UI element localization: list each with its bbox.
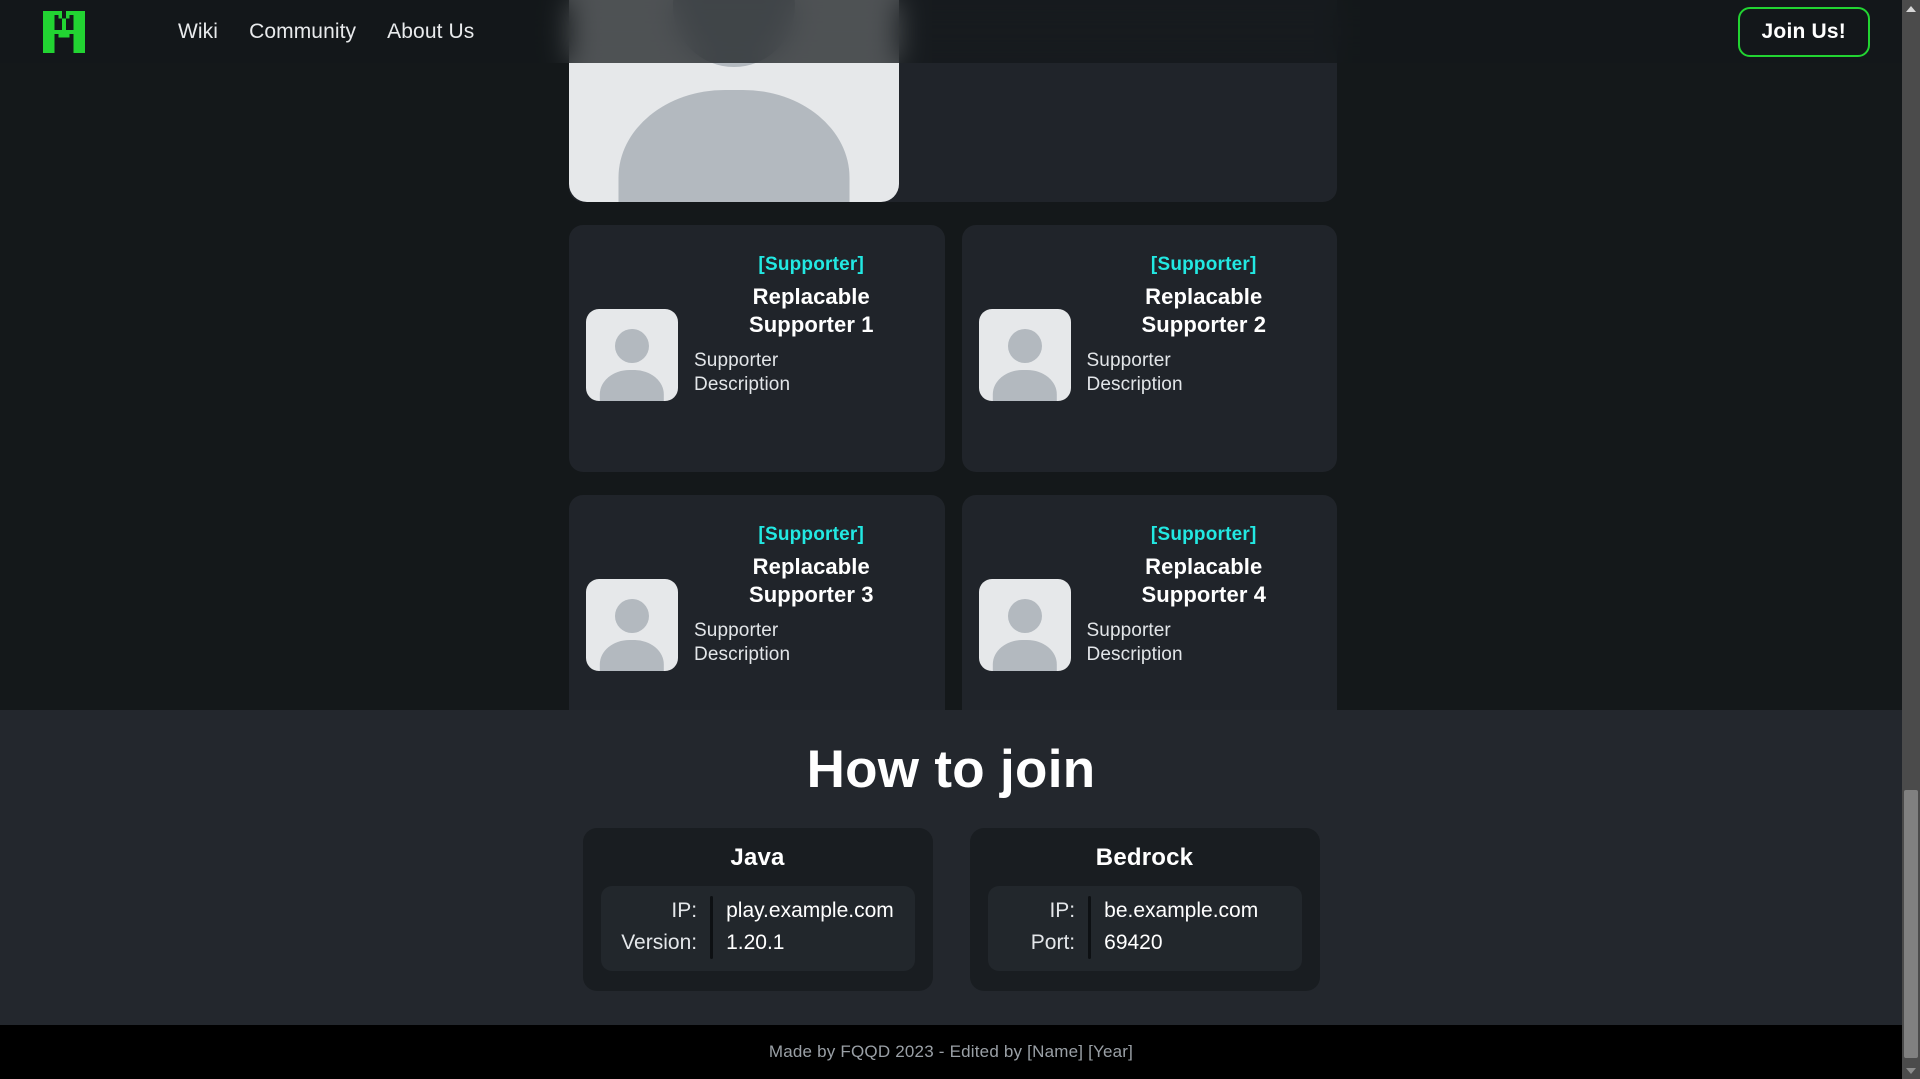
supporter-card-text: [Supporter] Replacable Supporter 3 Suppo… <box>678 523 945 668</box>
supporter-desc-line1: Supporter <box>694 349 779 371</box>
nav-item-about-us[interactable]: About Us <box>387 20 474 44</box>
supporter-card-row: [Supporter] Replacable Supporter 1 Suppo… <box>569 225 1337 472</box>
avatar-body-icon <box>599 369 665 401</box>
page-title: How to join <box>806 740 1096 799</box>
supporter-desc-line2: Description <box>694 374 791 396</box>
main-navigation: Wiki Community About Us <box>178 20 474 44</box>
supporter-desc-line1: Supporter <box>1086 349 1171 371</box>
supporter-name-line1: Replacable <box>1145 553 1263 579</box>
footer-credit-text: Made by FQQD 2023 - Edited by [Name] [Ye… <box>768 1042 1134 1061</box>
supporter-name-line1: Replacable <box>1145 283 1263 309</box>
supporter-name: Replacable Supporter 4 <box>1087 553 1322 609</box>
supporter-desc-line1: Supporter <box>1086 619 1171 641</box>
supporter-desc-line2: Description <box>1086 644 1183 666</box>
supporters-section: [Supporter] Replacable Supporter 1 Suppo… <box>0 0 1902 710</box>
vertical-scrollbar[interactable] <box>1902 0 1920 1079</box>
java-ip-label: IP: <box>671 899 698 922</box>
java-ip-value[interactable]: play.example.com <box>726 896 900 926</box>
page-viewport: [Supporter] Replacable Supporter 1 Suppo… <box>0 0 1902 1079</box>
supporter-card[interactable]: [Supporter] Replacable Supporter 2 Suppo… <box>961 225 1338 472</box>
minecraft-m-logo-icon[interactable] <box>42 10 86 53</box>
avatar <box>978 309 1071 401</box>
avatar <box>586 579 678 671</box>
supporter-name-line2: Supporter 1 <box>748 311 874 337</box>
supporter-name-line2: Supporter 2 <box>1141 311 1267 337</box>
supporter-desc-line2: Description <box>694 644 791 666</box>
supporter-card-row: [Supporter] Replacable Supporter 3 Suppo… <box>569 495 1337 710</box>
status-badge: [Supporter] <box>1150 254 1257 275</box>
supporter-card-text: [Supporter] Replacable Supporter 4 Suppo… <box>1071 523 1338 668</box>
supporter-name-line1: Replacable <box>752 553 870 579</box>
java-version-value[interactable]: 1.20.1 <box>726 928 900 958</box>
supporter-card-text: [Supporter] Replacable Supporter 1 Suppo… <box>678 253 945 398</box>
supporter-name-line2: Supporter 3 <box>748 581 874 607</box>
how-to-join-section: How to join Java IP: play.example.com Ve… <box>0 710 1902 1025</box>
supporter-cards-grid: [Supporter] Replacable Supporter 1 Suppo… <box>569 0 1337 710</box>
supporter-card[interactable]: [Supporter] Replacable Supporter 1 Suppo… <box>569 225 945 472</box>
supporter-card[interactable]: [Supporter] Replacable Supporter 3 Suppo… <box>569 495 945 710</box>
join-us-button[interactable]: Join Us! <box>1737 6 1870 57</box>
supporter-card[interactable]: [Supporter] Replacable Supporter 4 Suppo… <box>961 495 1338 710</box>
avatar-body-icon <box>992 369 1057 401</box>
avatar-head-icon <box>614 329 650 364</box>
supporter-name: Replacable Supporter 3 <box>694 553 929 609</box>
scroll-up-arrow-icon[interactable] <box>1902 0 1920 17</box>
scrollbar-thumb[interactable] <box>1904 790 1918 1058</box>
nav-item-wiki[interactable]: Wiki <box>178 20 218 44</box>
bedrock-ip-value[interactable]: be.example.com <box>1104 896 1287 926</box>
supporter-description: Supporter Description <box>1087 349 1322 398</box>
status-badge: [Supporter] <box>1150 524 1257 545</box>
supporter-description: Supporter Description <box>694 349 929 398</box>
bedrock-port-value[interactable]: 69420 <box>1104 928 1287 958</box>
avatar <box>978 579 1071 671</box>
avatar <box>586 309 678 401</box>
avatar-body-icon <box>992 639 1057 671</box>
info-divider <box>710 896 714 959</box>
bedrock-join-card: Bedrock IP: be.example.com Port: 69420 <box>969 828 1320 991</box>
java-connection-info: IP: play.example.com Version: 1.20.1 <box>600 886 915 971</box>
supporter-desc-line1: Supporter <box>694 619 779 641</box>
supporter-card-text: [Supporter] Replacable Supporter 2 Suppo… <box>1071 253 1338 398</box>
avatar-head-icon <box>614 599 650 634</box>
supporter-name-line1: Replacable <box>752 283 870 309</box>
avatar-body-icon <box>599 639 665 671</box>
join-cards-container: Java IP: play.example.com Version: 1.20.… <box>0 828 1902 991</box>
avatar-head-icon <box>1007 599 1042 634</box>
supporter-name-line2: Supporter 4 <box>1141 581 1267 607</box>
bedrock-ip-label: IP: <box>1049 899 1076 922</box>
java-join-card: Java IP: play.example.com Version: 1.20.… <box>582 828 933 991</box>
site-header: Wiki Community About Us Join Us! <box>0 0 1902 63</box>
status-badge: [Supporter] <box>758 524 865 545</box>
supporter-name: Replacable Supporter 1 <box>694 283 929 339</box>
supporter-description: Supporter Description <box>1087 619 1322 668</box>
supporter-name: Replacable Supporter 2 <box>1087 283 1322 339</box>
info-divider <box>1088 896 1092 959</box>
nav-item-community[interactable]: Community <box>249 20 356 44</box>
bedrock-card-title: Bedrock <box>1095 844 1194 871</box>
avatar-body-icon <box>618 89 850 202</box>
site-footer: Made by FQQD 2023 - Edited by [Name] [Ye… <box>0 1025 1902 1079</box>
supporter-desc-line2: Description <box>1086 374 1183 396</box>
bedrock-port-label: Port: <box>1030 931 1076 955</box>
avatar-head-icon <box>1007 329 1042 364</box>
scroll-down-arrow-icon[interactable] <box>1902 1062 1920 1079</box>
supporter-description: Supporter Description <box>694 619 929 668</box>
java-card-title: Java <box>730 844 785 871</box>
status-badge: [Supporter] <box>758 254 865 275</box>
bedrock-connection-info: IP: be.example.com Port: 69420 <box>987 886 1302 971</box>
java-version-label: Version: <box>621 931 698 955</box>
